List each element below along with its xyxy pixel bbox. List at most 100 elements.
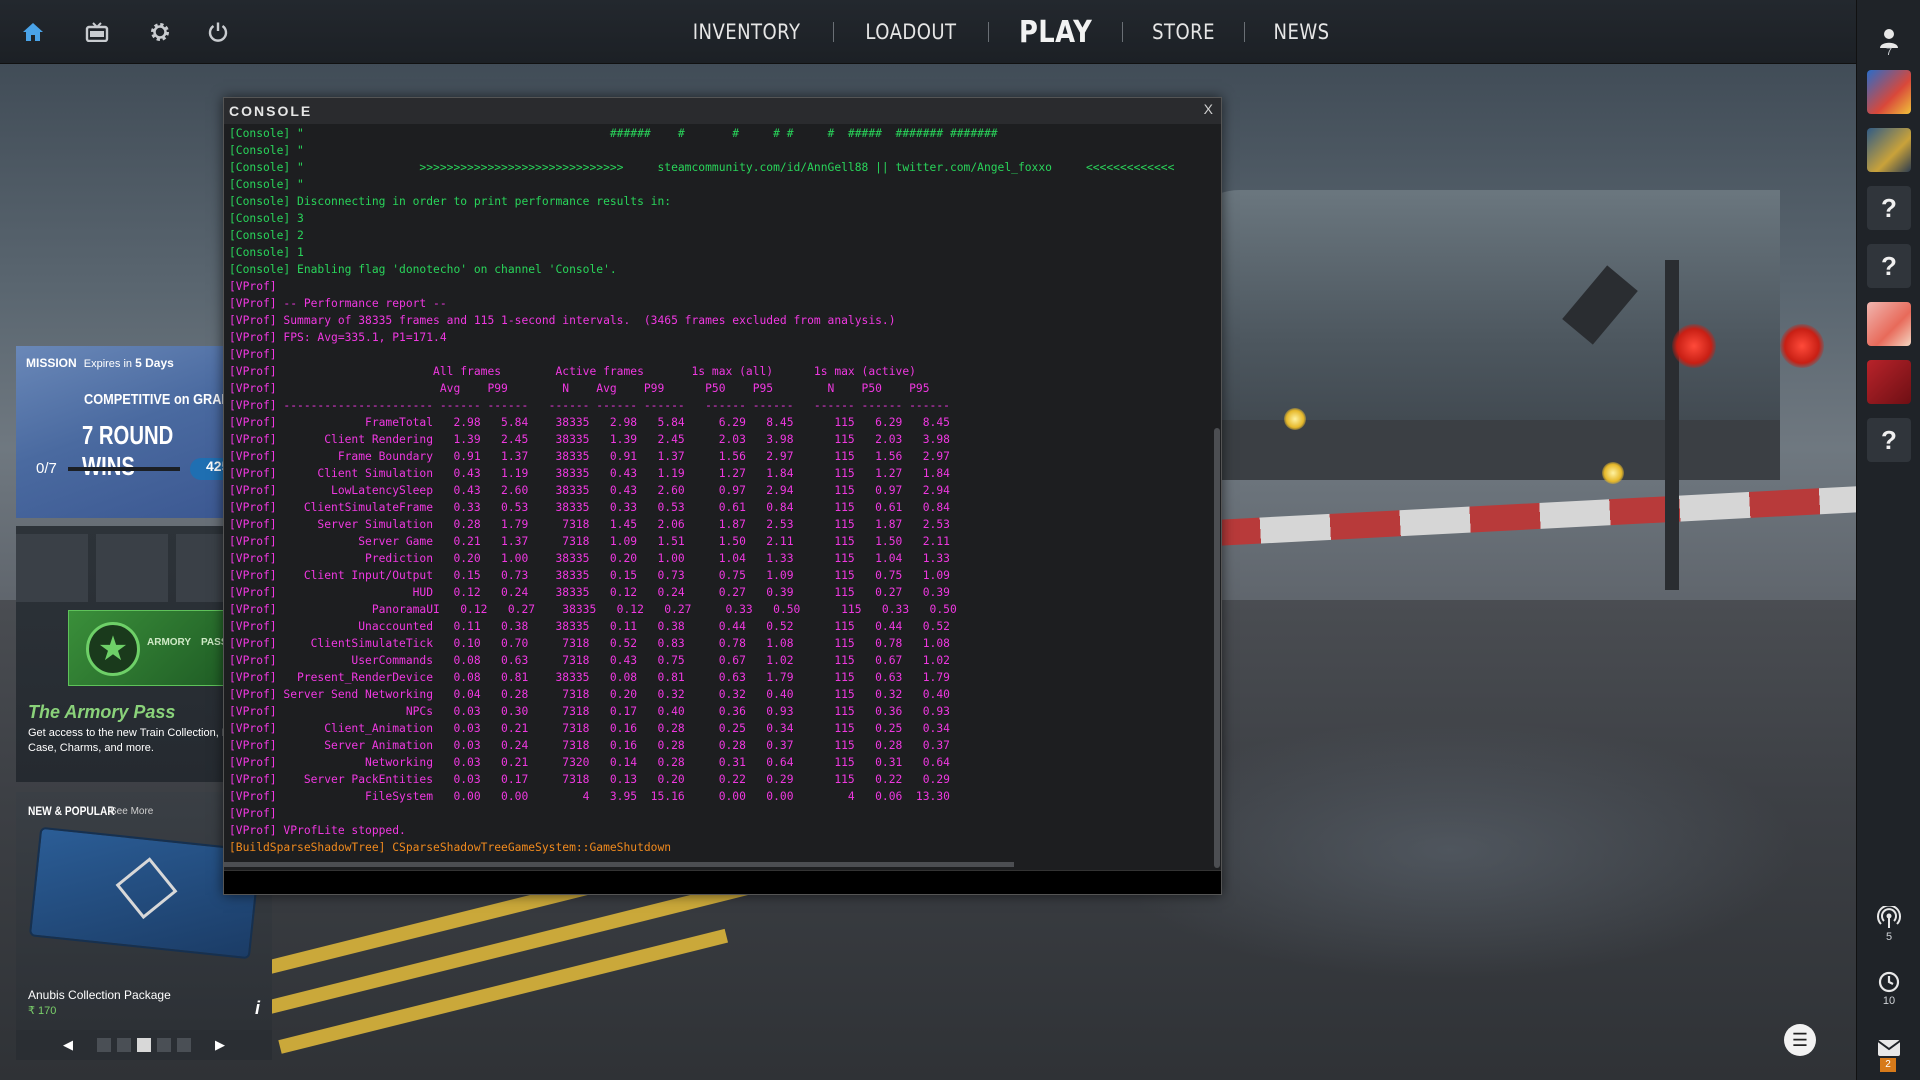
console-line: [BuildSparseShadowTree] CSparseShadowTre… [229, 841, 672, 854]
close-icon[interactable]: X [1204, 101, 1213, 117]
carousel-dot[interactable] [97, 1038, 111, 1052]
mission-expires-prefix: Expires in [83, 358, 133, 370]
armory-badge-left: ARMORY [147, 637, 192, 648]
console-line: [Console] " ###### # # # # # ##### #####… [229, 127, 998, 140]
nav-divider [1244, 22, 1246, 42]
console-line: [VProf] Prediction 0.20 1.00 38335 0.20 … [229, 552, 950, 565]
carousel-next-arrow-icon[interactable]: ▶ [197, 1037, 243, 1053]
train-tank-car [1180, 190, 1780, 440]
console-line: [VProf] LowLatencySleep 0.43 2.60 38335 … [229, 484, 950, 497]
mission-label: MISSION [26, 356, 77, 370]
console-line: [VProf] FileSystem 0.00 0.00 4 3.95 15.1… [229, 790, 950, 803]
power-icon[interactable] [203, 18, 233, 46]
console-line: [VProf] Server Simulation 0.28 1.79 7318… [229, 518, 950, 531]
console-titlebar[interactable]: CONSOLE X [224, 98, 1221, 124]
carousel-dot[interactable] [117, 1038, 131, 1052]
broadcast-count: 5 [1885, 931, 1893, 943]
unknown-friend-icon[interactable]: ? [1867, 186, 1911, 230]
see-more-link[interactable]: See More [110, 806, 153, 817]
console-line: [VProf] [229, 280, 277, 293]
anubis-emblem-icon [115, 857, 178, 920]
home-icon[interactable] [18, 18, 48, 46]
carousel-dot-active[interactable] [137, 1038, 151, 1052]
console-line: [VProf] All frames Active frames 1s max … [229, 365, 916, 378]
console-line: [VProf] VProfLite stopped. [229, 824, 406, 837]
console-line: [VProf] [229, 807, 277, 820]
armory-title: The Armory Pass [28, 702, 176, 722]
mission-progress-bar [68, 467, 180, 471]
console-line: [Console] Enabling flag 'donotecho' on c… [229, 263, 617, 276]
reward-item-thumbnail [96, 534, 168, 602]
console-line: [VProf] Client Input/Output 0.15 0.73 38… [229, 569, 950, 582]
signal-light-right [1780, 324, 1824, 368]
nav-play[interactable]: PLAY [998, 15, 1113, 50]
console-output[interactable]: [Console] " ###### # # # # # ##### #####… [229, 125, 1214, 863]
console-line: [VProf] Server Send Networking 0.04 0.28… [229, 688, 950, 701]
nav-divider [833, 22, 835, 42]
mission-expires-value: 5 Days [135, 356, 174, 370]
console-line: [VProf] FrameTotal 2.98 5.84 38335 2.98 … [229, 416, 950, 429]
street-lamp-right [1602, 462, 1624, 484]
info-icon[interactable]: i [255, 998, 260, 1019]
console-line: [Console] " [229, 144, 304, 157]
friend-avatar[interactable] [1867, 302, 1911, 346]
console-line: [VProf] ClientSimulateTick 0.10 0.70 731… [229, 637, 950, 650]
nav-news[interactable]: NEWS [1253, 20, 1350, 44]
mail-badge: 2 [1880, 1058, 1896, 1072]
console-line: [Console] 1 [229, 246, 304, 259]
nav-divider [988, 22, 990, 42]
console-scrollbar-thumb[interactable] [1214, 428, 1220, 868]
console-line: [VProf] Server Animation 0.03 0.24 7318 … [229, 739, 950, 752]
console-line: [VProf] [229, 348, 277, 361]
train-undercarriage [1180, 420, 1780, 480]
gear-icon[interactable] [145, 18, 175, 46]
console-line: [Console] " >>>>>>>>>>>>>>>>>>>>>>>>>>>>… [229, 161, 1175, 174]
carousel-pager: ◀ ▶ [16, 1030, 272, 1060]
console-line: [VProf] Server Game 0.21 1.37 7318 1.09 … [229, 535, 950, 548]
carousel-dot[interactable] [177, 1038, 191, 1052]
main-nav: INVENTORY LOADOUT PLAY STORE NEWS [660, 0, 1358, 64]
carousel-prev-arrow-icon[interactable]: ◀ [45, 1037, 91, 1053]
history-count: 10 [1882, 995, 1896, 1007]
console-line: [Console] Disconnecting in order to prin… [229, 195, 672, 208]
console-line: [VProf] ---------------------- ------ --… [229, 399, 950, 412]
friend-avatar[interactable] [1867, 128, 1911, 172]
console-horizontal-scrollbar[interactable] [224, 862, 1014, 867]
console-input[interactable] [224, 870, 1221, 894]
console-line: [VProf] PanoramaUI 0.12 0.27 38335 0.12 … [229, 603, 957, 616]
console-line: [VProf] Server PackEntities 0.03 0.17 73… [229, 773, 950, 786]
console-line: [VProf] Present_RenderDevice 0.08 0.81 3… [229, 671, 950, 684]
console-line: [VProf] NPCs 0.03 0.30 7318 0.17 0.40 0.… [229, 705, 950, 718]
top-navigation-bar: INVENTORY LOADOUT PLAY STORE NEWS [0, 0, 1920, 64]
nav-store[interactable]: STORE [1132, 20, 1236, 44]
nav-loadout[interactable]: LOADOUT [845, 20, 977, 44]
console-line: [Console] 2 [229, 229, 304, 242]
console-line: [VProf] UserCommands 0.08 0.63 7318 0.43… [229, 654, 950, 667]
package-name: Anubis Collection Package [28, 988, 171, 1002]
unknown-friend-icon[interactable]: ? [1867, 418, 1911, 462]
console-line: [VProf] HUD 0.12 0.24 38335 0.12 0.24 0.… [229, 586, 950, 599]
mission-header: MISSION Expires in 5 Days [26, 356, 178, 370]
console-line: [VProf] Client Rendering 1.39 2.45 38335… [229, 433, 950, 446]
friends-rail: 7 ? ? ? 5 10 [1856, 0, 1920, 1080]
signal-light-left [1672, 324, 1716, 368]
console-line: [VProf] Networking 0.03 0.21 7320 0.14 0… [229, 756, 950, 769]
console-line: [VProf] ClientSimulateFrame 0.33 0.53 38… [229, 501, 950, 514]
mission-progress-text: 0/7 [36, 460, 57, 477]
friend-avatar[interactable] [1867, 360, 1911, 404]
profile-count: 7 [1885, 46, 1893, 58]
console-line: [VProf] Client Simulation 0.43 1.19 3833… [229, 467, 950, 480]
signal-pole [1665, 260, 1679, 590]
street-lamp-left [1284, 408, 1306, 430]
friend-avatar[interactable] [1867, 70, 1911, 114]
console-window: CONSOLE X [Console] " ###### # # # # # #… [223, 97, 1222, 895]
tv-icon[interactable] [82, 18, 112, 46]
console-line: [VProf] Client_Animation 0.03 0.21 7318 … [229, 722, 950, 735]
carousel-dot[interactable] [157, 1038, 171, 1052]
nav-inventory[interactable]: INVENTORY [672, 20, 821, 44]
sliders-icon[interactable]: ☰ [1784, 1024, 1816, 1056]
unknown-friend-icon[interactable]: ? [1867, 244, 1911, 288]
star-icon: ★ [86, 622, 140, 676]
console-line: [VProf] Frame Boundary 0.91 1.37 38335 0… [229, 450, 950, 463]
console-line: [Console] " [229, 178, 304, 191]
